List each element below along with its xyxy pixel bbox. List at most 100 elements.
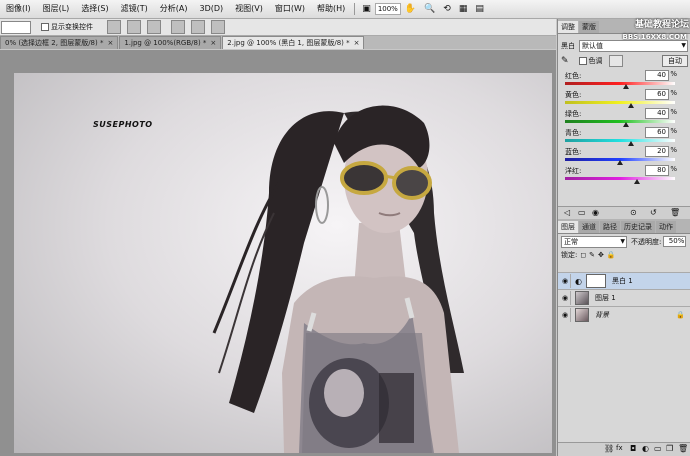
eyedropper-icon[interactable]: ✎ xyxy=(561,56,569,66)
tab-history[interactable]: 历史记录 xyxy=(621,221,655,233)
clip-icon[interactable]: ⊙ xyxy=(630,208,637,217)
tab-adjustments[interactable]: 调整 xyxy=(558,21,578,33)
slider-track[interactable] xyxy=(565,82,675,85)
slider-label: 红色: xyxy=(565,72,582,80)
forum-watermark: 基础教程论坛 xyxy=(635,17,689,30)
menu-help[interactable]: 帮助(H) xyxy=(311,0,351,18)
menu-window[interactable]: 窗口(W) xyxy=(269,0,311,18)
tab-label: 0% (选择边框 2, 图层蒙版/8) * xyxy=(5,39,104,47)
arrange-icon[interactable]: ▤ xyxy=(475,0,484,18)
eye-icon[interactable]: ◉ xyxy=(560,291,571,305)
slider-row: 青色: 60% xyxy=(558,127,690,146)
auto-button[interactable]: 自动 xyxy=(662,54,688,67)
tab-layers[interactable]: 图层 xyxy=(558,221,578,233)
slider-value-input[interactable]: 60 xyxy=(645,89,669,100)
layer-row-background[interactable]: ◉ 背景 🔒 xyxy=(558,306,690,323)
menu-analysis[interactable]: 分析(A) xyxy=(154,0,194,18)
show-transform-label: 显示变换控件 xyxy=(51,23,93,31)
layer-mask-thumbnail[interactable] xyxy=(585,274,606,288)
align-top-icon[interactable] xyxy=(107,20,121,34)
align-left-icon[interactable] xyxy=(171,20,185,34)
close-icon[interactable]: × xyxy=(210,39,216,47)
tab-document-2[interactable]: 1.jpg @ 100%(RGB/8) * × xyxy=(119,36,222,49)
menu-view[interactable]: 视图(V) xyxy=(229,0,269,18)
align-bottom-icon[interactable] xyxy=(147,20,161,34)
layer-name: 黑白 1 xyxy=(611,277,633,285)
slider-thumb[interactable] xyxy=(633,179,640,184)
document-tabs: 0% (选择边框 2, 图层蒙版/8) * × 1.jpg @ 100%(RGB/… xyxy=(0,36,556,49)
menu-select[interactable]: 选择(S) xyxy=(75,0,114,18)
align-right-icon[interactable] xyxy=(211,20,225,34)
show-transform-checkbox[interactable] xyxy=(41,23,49,31)
tool-preset-picker[interactable] xyxy=(1,20,31,34)
slider-track[interactable] xyxy=(565,120,675,123)
delete-layer-icon[interactable]: 🗑 xyxy=(678,444,688,453)
blend-mode-select[interactable]: 正常 ▼ xyxy=(561,235,627,248)
lock-image-icon[interactable]: ✎ xyxy=(589,251,595,259)
slider-track[interactable] xyxy=(565,139,675,142)
preset-value: 默认值 xyxy=(582,41,603,50)
layers-footer: ⛓ fx ◘ ◐ ▭ ❐ 🗑 xyxy=(558,442,690,456)
slider-track[interactable] xyxy=(565,101,675,104)
slider-value-input[interactable]: 60 xyxy=(645,127,669,138)
reset-icon[interactable]: ↺ xyxy=(650,208,657,217)
preset-select[interactable]: 默认值 ▼ xyxy=(579,39,688,52)
menu-image[interactable]: 图像(I) xyxy=(0,0,37,18)
layer-row-bw[interactable]: ◉ ◐ 黑白 1 xyxy=(558,272,690,289)
hand-tool-icon[interactable]: ✋ xyxy=(405,0,416,18)
canvas-area[interactable]: SUSEPHOTO xyxy=(0,50,556,456)
slider-row: 黄色: 60% xyxy=(558,89,690,108)
adjustments-panel-tabs: 调整 蒙版 基础教程论坛 xyxy=(558,19,690,34)
add-mask-icon[interactable]: ◘ xyxy=(630,444,636,453)
screen-mode-icon[interactable]: ▣ xyxy=(362,0,371,18)
tint-color-swatch[interactable] xyxy=(608,54,623,67)
layer-row-layer1[interactable]: ◉ 图层 1 xyxy=(558,289,690,306)
tab-masks[interactable]: 蒙版 xyxy=(579,21,599,33)
lock-all-icon[interactable]: 🔒 xyxy=(607,251,616,259)
zoom-tool-icon[interactable]: 🔍 xyxy=(424,0,435,18)
menu-filter[interactable]: 滤镜(T) xyxy=(115,0,154,18)
zoom-level[interactable]: 100% xyxy=(374,3,401,15)
layer-name: 图层 1 xyxy=(595,294,616,302)
back-icon[interactable]: ◁ xyxy=(564,208,570,217)
lock-position-icon[interactable]: ✥ xyxy=(598,251,604,259)
tab-document-1[interactable]: 0% (选择边框 2, 图层蒙版/8) * × xyxy=(0,36,119,49)
tint-row: ✎ 色调 自动 xyxy=(558,53,690,68)
slider-value-input[interactable]: 40 xyxy=(645,70,669,81)
blend-mode-value: 正常 xyxy=(564,237,578,246)
opacity-input[interactable]: 50% xyxy=(663,236,687,247)
layer-name: 背景 xyxy=(595,311,609,319)
tab-actions[interactable]: 动作 xyxy=(656,221,676,233)
right-panels: 调整 蒙版 基础教程论坛 BBS.16XX8.COM 黑白 默认值 ▼ ✎ 色调… xyxy=(557,19,690,456)
eye-icon[interactable]: ◉ xyxy=(560,308,571,322)
document-photo[interactable]: SUSEPHOTO xyxy=(14,73,552,453)
tab-document-3[interactable]: 2.jpg @ 100% (黑白 1, 图层蒙版/8) * × xyxy=(222,36,365,49)
visibility-icon[interactable]: ◉ xyxy=(592,208,599,217)
rotate-view-icon[interactable]: ⟲ xyxy=(443,0,451,18)
new-adjustment-icon[interactable]: ◐ xyxy=(642,444,649,453)
eye-icon[interactable]: ◉ xyxy=(560,274,571,288)
delete-icon[interactable]: 🗑 xyxy=(670,208,680,217)
new-layer-icon[interactable]: ❐ xyxy=(666,444,673,453)
close-icon[interactable]: × xyxy=(107,39,113,47)
align-center-icon[interactable] xyxy=(191,20,205,34)
slider-value-input[interactable]: 20 xyxy=(645,146,669,157)
tab-paths[interactable]: 路径 xyxy=(600,221,620,233)
slider-row: 红色: 40% xyxy=(558,70,690,89)
new-group-icon[interactable]: ▭ xyxy=(654,444,662,453)
align-middle-icon[interactable] xyxy=(127,20,141,34)
fx-icon[interactable]: fx xyxy=(616,444,623,452)
tab-channels[interactable]: 通道 xyxy=(579,221,599,233)
menu-3d[interactable]: 3D(D) xyxy=(194,0,230,18)
percent-sign: % xyxy=(670,165,677,173)
slider-value-input[interactable]: 80 xyxy=(645,165,669,176)
tint-checkbox[interactable] xyxy=(578,56,587,65)
lock-transparent-icon[interactable]: ◻ xyxy=(580,251,586,259)
close-icon[interactable]: × xyxy=(354,39,360,47)
slider-track[interactable] xyxy=(565,177,675,180)
slider-value-input[interactable]: 40 xyxy=(645,108,669,119)
grid-icon[interactable]: ▦ xyxy=(459,0,468,18)
link-layers-icon[interactable]: ⛓ xyxy=(604,444,614,453)
menu-layer[interactable]: 图层(L) xyxy=(37,0,76,18)
expand-icon[interactable]: ▭ xyxy=(578,208,586,217)
